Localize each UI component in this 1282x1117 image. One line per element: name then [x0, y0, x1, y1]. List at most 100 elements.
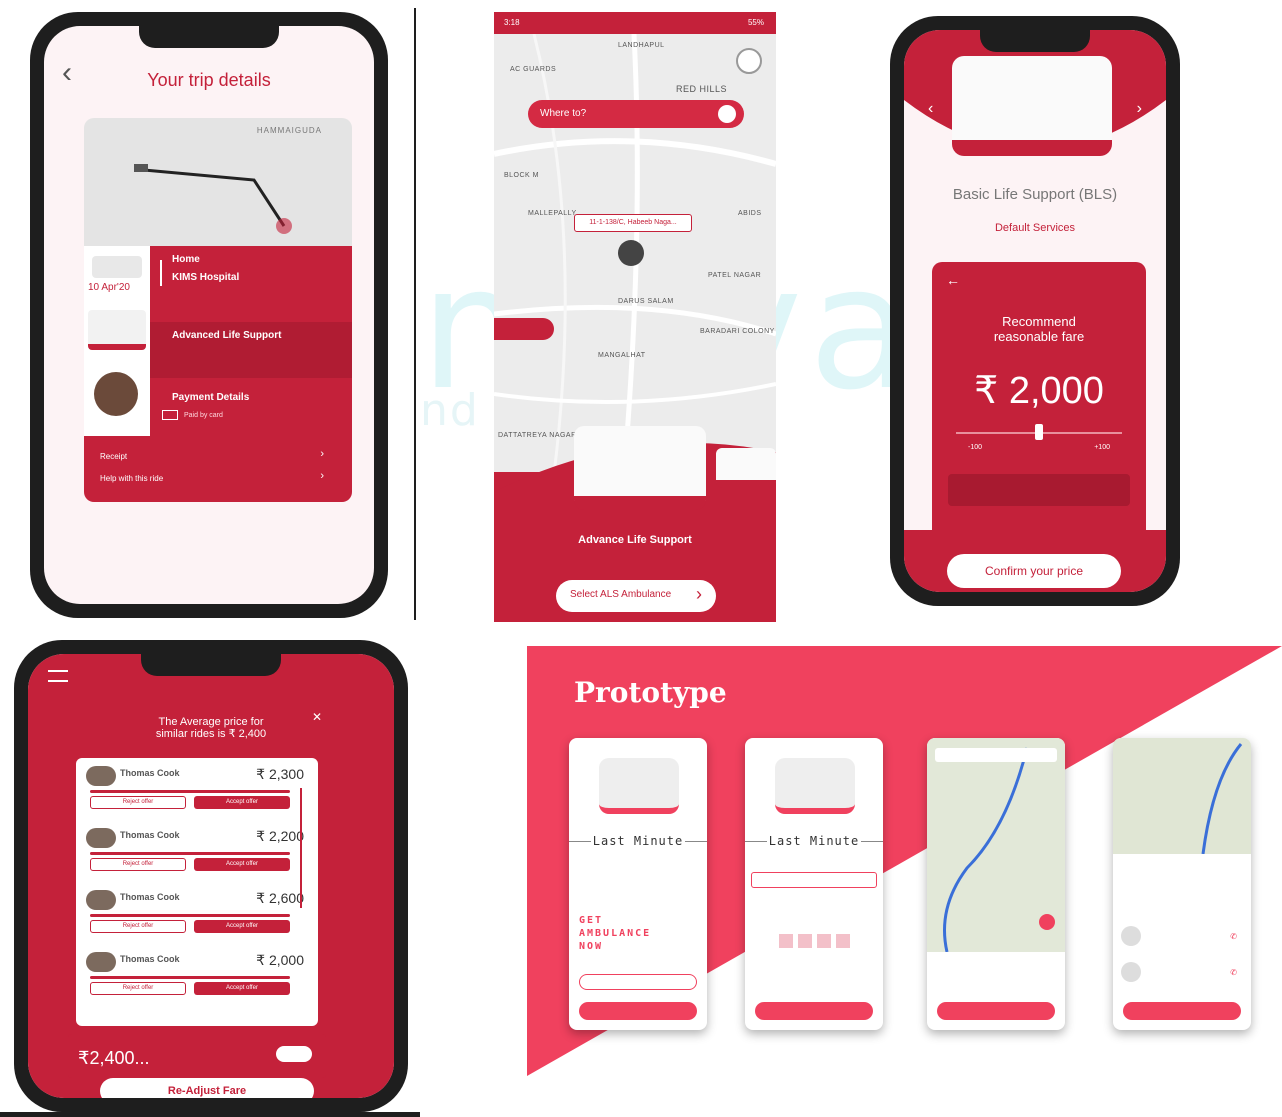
offer-price: ₹ 2,600: [256, 890, 304, 906]
summary-price: ₹2,400...: [78, 1048, 150, 1068]
fare-card: ← Recommend reasonable fare ₹ 2,000 -100…: [932, 262, 1146, 546]
payment-method: Paid by card: [184, 412, 223, 419]
receipt-row[interactable]: Receipt: [100, 452, 127, 461]
chevron-right-icon[interactable]: ›: [320, 448, 324, 460]
page-title: Your trip details: [147, 70, 271, 90]
screen-trip-details: ‹ Your trip details HAMMAIGUDA 10 Apr'20…: [44, 26, 374, 604]
map-label: LANDHAPUL: [618, 42, 665, 49]
emergency-button[interactable]: [579, 1002, 697, 1020]
map-label: BARADARI COLONY: [700, 328, 775, 335]
accept-offer-button[interactable]: Accept offer: [194, 982, 290, 995]
phone-trip-details: ‹ Your trip details HAMMAIGUDA 10 Apr'20…: [30, 12, 388, 618]
offer-row: Thomas Cook ₹ 2,300 Reject offer Accept …: [86, 764, 308, 826]
slider-min: -100: [968, 444, 983, 451]
map-label: ABIDS: [738, 210, 762, 217]
offer-timer-bar: [90, 852, 290, 855]
card-icon: [162, 410, 178, 420]
back-arrow-icon[interactable]: ←: [946, 272, 960, 288]
payment-section: Payment Details Paid by card: [150, 386, 352, 436]
phone-notch: [980, 30, 1090, 52]
trip-date: 10 Apr'20: [88, 282, 130, 293]
search-bar[interactable]: Where to?: [528, 100, 744, 128]
map-label: AC GUARDS: [510, 66, 557, 73]
phone-input[interactable]: [751, 872, 877, 888]
prototype-card-1: Last Minute GET AMBULANCE NOW: [569, 738, 707, 1030]
phone-icon[interactable]: ✆: [1230, 968, 1237, 977]
phone-fare: ‹ › Basic Life Support (BLS) Default Ser…: [890, 16, 1180, 606]
scrollbar[interactable]: [300, 788, 302, 908]
ambulance-image: [952, 56, 1112, 156]
phone-notch: [139, 26, 279, 48]
login-button[interactable]: [755, 1002, 873, 1020]
chevron-left-icon[interactable]: ‹: [928, 100, 933, 118]
status-battery: 55%: [747, 18, 764, 27]
reject-offer-button[interactable]: Reject offer: [90, 858, 186, 871]
chevron-right-icon[interactable]: ›: [1137, 100, 1142, 118]
login-input[interactable]: [579, 974, 697, 990]
card-title: Last Minute: [591, 834, 685, 848]
accept-offer-button[interactable]: Accept offer: [194, 796, 290, 809]
search-bar[interactable]: [935, 748, 1057, 762]
prototype-card-4: ✆ ✆: [1113, 738, 1251, 1030]
offers-list: Thomas Cook ₹ 2,300 Reject offer Accept …: [76, 758, 318, 1026]
title-line-2: similar rides is ₹ 2,400: [155, 728, 267, 740]
service-section: Advanced Life Support: [150, 322, 352, 378]
map-label: MANGALHAT: [598, 352, 646, 359]
book-button[interactable]: [937, 1002, 1055, 1020]
recommend-text: Recommend reasonable fare: [993, 314, 1085, 344]
route-line: [134, 164, 292, 234]
map-screen: 3:18 55% LANDHAPUL AC GUARDS RED HILLS B…: [494, 12, 776, 622]
menu-icon[interactable]: [48, 670, 68, 682]
summary-toggle[interactable]: [276, 1046, 312, 1062]
help-row[interactable]: Help with this ride: [100, 474, 163, 483]
title-line-1: The Average price for: [158, 716, 264, 728]
offer-price: ₹ 2,000: [256, 952, 304, 968]
reject-offer-button[interactable]: Reject offer: [90, 796, 186, 809]
ambulance-icon: [92, 256, 142, 278]
driver-name: Thomas Cook: [120, 830, 180, 840]
driver-name: Thomas Cook: [120, 954, 180, 964]
select-ambulance-button[interactable]: Select ALS Ambulance ›: [556, 580, 716, 612]
ambulance-illustration: [599, 758, 679, 814]
accept-offer-button[interactable]: Accept offer: [194, 920, 290, 933]
driver-name: Thomas Cook: [120, 892, 180, 902]
location-pin-icon: [618, 240, 644, 266]
avatar: [86, 890, 116, 910]
confirm-price-button[interactable]: Confirm your price: [947, 554, 1121, 588]
divider-vertical: [414, 8, 416, 620]
screen-offers: ✕ The Average price for similar rides is…: [28, 654, 394, 1098]
phone-icon[interactable]: ✆: [1230, 932, 1237, 941]
avatar: [86, 952, 116, 972]
map-label: PATEL NAGAR: [708, 272, 762, 279]
chevron-right-icon: ›: [696, 584, 702, 604]
clock-icon[interactable]: [718, 105, 736, 123]
accept-offer-button[interactable]: Accept offer: [194, 858, 290, 871]
stop-home: Home: [172, 254, 200, 265]
offer-timer-bar: [90, 790, 290, 793]
phone-offers: ✕ The Average price for similar rides is…: [14, 640, 408, 1112]
otp-boxes[interactable]: [779, 934, 851, 948]
call-button[interactable]: [494, 318, 554, 340]
offer-row: Thomas Cook ₹ 2,600 Reject offer Accept …: [86, 888, 308, 950]
avatar: [86, 766, 116, 786]
ambulance-image: [574, 426, 706, 510]
average-price-title: The Average price for similar rides is ₹…: [28, 716, 394, 740]
search-input[interactable]: Where to?: [540, 108, 586, 119]
track-button[interactable]: [1123, 1002, 1241, 1020]
slider-thumb[interactable]: [1035, 424, 1043, 440]
average-price-box: [948, 474, 1130, 506]
avatar: [86, 828, 116, 848]
profile-icon[interactable]: [736, 48, 762, 74]
prototype-title: Prototype: [574, 676, 727, 709]
readjust-fare-button[interactable]: Re-Adjust Fare: [100, 1078, 314, 1098]
get-ambulance-text: GET AMBULANCE NOW: [579, 915, 652, 952]
prototype-card-3: [927, 738, 1065, 1030]
driver-avatar: [1121, 926, 1141, 946]
chevron-right-icon[interactable]: ›: [320, 470, 324, 482]
offer-timer-bar: [90, 976, 290, 979]
reject-offer-button[interactable]: Reject offer: [90, 982, 186, 995]
reject-offer-button[interactable]: Reject offer: [90, 920, 186, 933]
offer-row: Thomas Cook ₹ 2,000 Reject offer Accept …: [86, 950, 308, 1012]
location-pin-icon: [1039, 914, 1055, 930]
location-pin-label: 11-1-138/C, Habeeb Naga...: [574, 214, 692, 232]
